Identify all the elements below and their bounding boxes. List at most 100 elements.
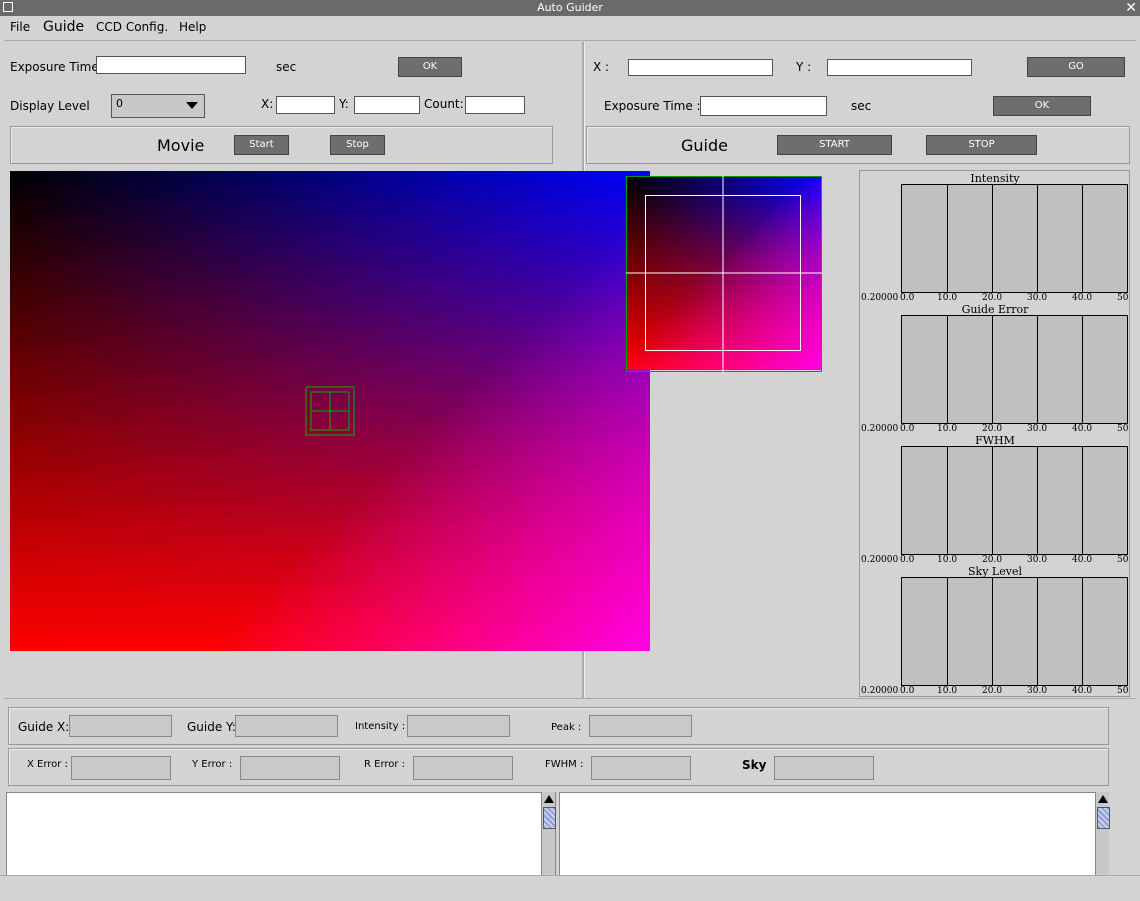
intensity-value [407, 715, 510, 737]
close-icon[interactable]: ✕ [1125, 0, 1137, 16]
chart-x-tick: 40.0 [1072, 686, 1093, 696]
display-level-select[interactable]: 0 [111, 94, 205, 118]
chart-gridline [992, 316, 993, 423]
movie-start-button[interactable]: Start [234, 135, 289, 155]
chart-x-tick: 50 [1117, 686, 1129, 696]
chart-gridline [947, 316, 948, 423]
chart-x-tick: 20.0 [982, 686, 1003, 696]
x-error-label: X Error : [27, 759, 68, 770]
display-level-label: Display Level [10, 99, 90, 113]
movie-y-input[interactable] [354, 96, 420, 114]
scroll-thumb[interactable] [543, 807, 556, 829]
chart-gridline [947, 185, 948, 292]
chart-x-tick: 30.0 [1027, 293, 1048, 303]
chart-gridline [947, 578, 948, 685]
chart-x-tick: 50 [1117, 424, 1129, 434]
chart-plot-sky-level [901, 577, 1128, 686]
chart-x-tick: 0.0 [900, 424, 915, 434]
chart-x-tick: 50 [1117, 293, 1129, 303]
r-error-value [413, 756, 513, 780]
menu-bar: File Guide CCD Config. Help [0, 16, 1140, 40]
menu-ccd-config[interactable]: CCD Config. [96, 20, 168, 34]
guide-box-icon[interactable] [305, 386, 357, 438]
chart-plot-intensity [901, 184, 1128, 293]
log-textarea-right[interactable] [559, 792, 1109, 876]
chart-x-tick: 20.0 [982, 293, 1003, 303]
chart-x-tick: 40.0 [1072, 555, 1093, 565]
chart-gridline [1037, 185, 1038, 292]
chart-y-label: 0.20000 [861, 555, 899, 565]
go-button[interactable]: GO [1027, 57, 1125, 77]
exposure-ok-button[interactable]: OK [398, 57, 462, 77]
chart-gridline [947, 447, 948, 554]
guide-exposure-input[interactable] [700, 96, 827, 116]
count-label: Count: [424, 97, 464, 111]
window-title: Auto Guider [537, 1, 603, 14]
intensity-label: Intensity : [355, 721, 406, 732]
guide-x-coord-label: X : [593, 60, 610, 74]
chart-y-label: 0.20000 [861, 424, 899, 434]
guide-y-coord-label: Y : [796, 60, 812, 74]
chart-x-tick: 40.0 [1072, 293, 1093, 303]
divider [4, 40, 1136, 41]
y-error-label: Y Error : [192, 759, 233, 770]
count-input[interactable] [465, 96, 525, 114]
guide-y-value [235, 715, 338, 737]
chart-x-tick: 0.0 [900, 686, 915, 696]
status-bar [0, 875, 1140, 901]
chart-x-tick: 50 [1117, 555, 1129, 565]
scroll-thumb[interactable] [1097, 807, 1110, 829]
exposure-time-label: Exposure Time [10, 60, 99, 74]
guide-stop-button[interactable]: STOP [926, 135, 1037, 155]
fwhm-value [591, 756, 691, 780]
chart-gridline [1082, 185, 1083, 292]
chart-plot-guide-error [901, 315, 1128, 424]
window-menu-icon[interactable] [3, 2, 13, 12]
chart-x-tick: 20.0 [982, 424, 1003, 434]
divider [4, 698, 1136, 699]
guide-x-coord-input[interactable] [628, 59, 773, 76]
chart-x-tick: 30.0 [1027, 686, 1048, 696]
sky-value [774, 756, 874, 780]
chart-gridline [1082, 578, 1083, 685]
guide-y-coord-input[interactable] [827, 59, 972, 76]
chart-x-tick: 40.0 [1072, 424, 1093, 434]
x-error-value [71, 756, 171, 780]
menu-guide[interactable]: Guide [43, 19, 84, 35]
guide-label: Guide [681, 136, 728, 155]
log-scrollbar-left[interactable] [541, 792, 556, 876]
guide-exposure-label: Exposure Time : [604, 99, 701, 113]
chart-x-tick: 20.0 [982, 555, 1003, 565]
guide-x-value [69, 715, 172, 737]
chart-x-tick: 0.0 [900, 555, 915, 565]
menu-file[interactable]: File [10, 20, 30, 34]
guide-x-label: Guide X: [18, 720, 70, 734]
chart-gridline [1037, 578, 1038, 685]
chart-gridline [992, 578, 993, 685]
movie-x-input[interactable] [276, 96, 335, 114]
peak-value [589, 715, 692, 737]
guide-exposure-ok-button[interactable]: OK [993, 96, 1091, 116]
chart-x-tick: 10.0 [937, 555, 958, 565]
log-scrollbar-right[interactable] [1095, 792, 1110, 876]
chart-x-tick: 30.0 [1027, 555, 1048, 565]
window-titlebar: Auto Guider [0, 0, 1140, 16]
guide-y-label: Guide Y: [187, 720, 236, 734]
fwhm-label: FWHM : [545, 759, 584, 770]
chart-gridline [1082, 316, 1083, 423]
chevron-down-icon [186, 102, 198, 109]
scroll-up-icon[interactable] [1097, 793, 1109, 805]
log-textarea-left[interactable] [6, 792, 556, 876]
menu-help[interactable]: Help [179, 20, 206, 34]
guide-exposure-unit: sec [851, 99, 872, 113]
exposure-time-input[interactable] [96, 56, 246, 74]
movie-stop-button[interactable]: Stop [330, 135, 385, 155]
chart-x-tick: 10.0 [937, 686, 958, 696]
chart-gridline [1037, 447, 1038, 554]
chart-gridline [1082, 447, 1083, 554]
movie-label: Movie [157, 136, 205, 155]
scroll-up-icon[interactable] [543, 793, 555, 805]
movie-y-label: Y: [339, 97, 349, 111]
guide-start-button[interactable]: START [777, 135, 892, 155]
exposure-unit-label: sec [276, 60, 297, 74]
